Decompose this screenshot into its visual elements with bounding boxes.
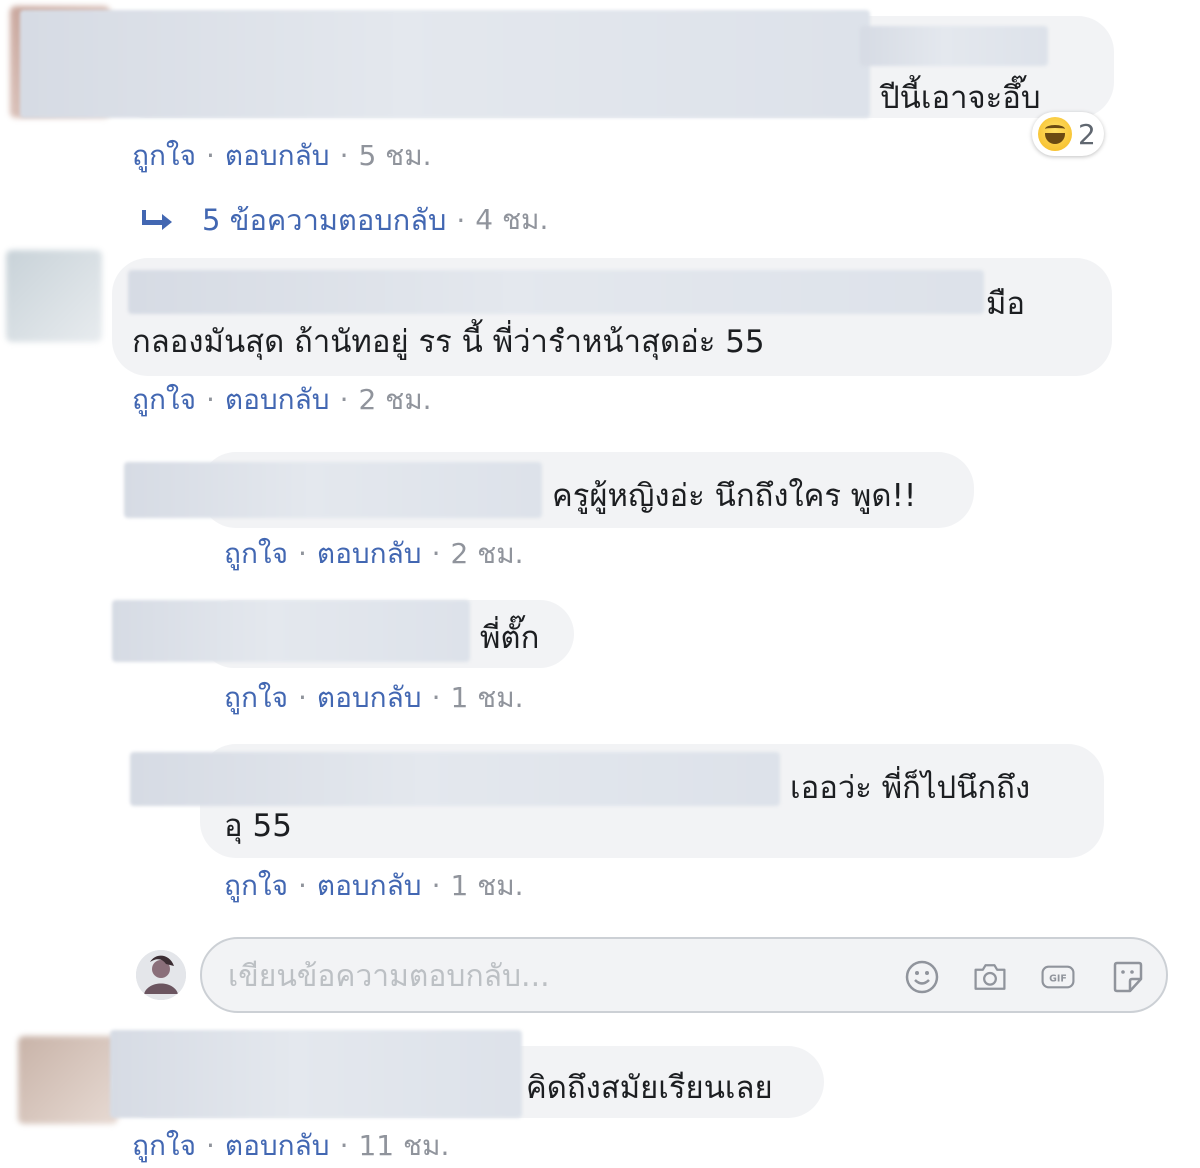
blurred-author	[112, 600, 470, 662]
reply-link[interactable]: ตอบกลับ	[225, 383, 330, 416]
comment-text: มือ	[986, 286, 1026, 322]
like-link[interactable]: ถูกใจ	[132, 139, 196, 172]
like-link[interactable]: ถูกใจ	[224, 537, 288, 570]
timestamp[interactable]: 4 ชม.	[475, 198, 548, 242]
gif-icon[interactable]: GIF	[1040, 959, 1076, 995]
user-avatar-icon	[136, 950, 186, 1000]
blurred-author	[124, 462, 542, 518]
reply-actions: ถูกใจ · ตอบกลับ · 2 ชม.	[224, 537, 524, 570]
reply-actions: ถูกใจ · ตอบกลับ · 1 ชม.	[224, 869, 524, 902]
emoji-icon[interactable]	[904, 959, 940, 995]
timestamp[interactable]: 1 ชม.	[450, 681, 523, 714]
blurred-author-name	[110, 1030, 522, 1118]
comment-text: คิดถึงสมัยเรียนเลย	[526, 1070, 773, 1106]
reply-link[interactable]: ตอบกลับ	[317, 869, 422, 902]
timestamp[interactable]: 1 ชม.	[450, 869, 523, 902]
svg-text:GIF: GIF	[1049, 973, 1067, 984]
replies-summary[interactable]: 5 ข้อความตอบกลับ · 4 ชม.	[140, 200, 548, 240]
timestamp[interactable]: 2 ชม.	[450, 537, 523, 570]
reply-text: เออว่ะ พี่ก็ไปนึกถึง	[790, 770, 1031, 806]
current-user-avatar	[136, 950, 186, 1000]
reply-link[interactable]: ตอบกลับ	[225, 139, 330, 172]
haha-reaction-icon	[1038, 117, 1072, 151]
timestamp[interactable]: 11 ชม.	[358, 1129, 449, 1162]
reply-input-box: GIF	[200, 937, 1168, 1013]
comment-actions: ถูกใจ · ตอบกลับ · 5 ชม.	[132, 139, 432, 172]
timestamp[interactable]: 5 ชม.	[358, 139, 431, 172]
like-link[interactable]: ถูกใจ	[224, 869, 288, 902]
timestamp[interactable]: 2 ชม.	[358, 383, 431, 416]
reply-arrow-icon	[142, 210, 172, 230]
comment-actions: ถูกใจ · ตอบกลับ · 11 ชม.	[132, 1129, 450, 1162]
comment-text: กลองมันสุด ถ้านัทอยู่ รร นี้ พี่ว่ารำหน้…	[132, 324, 765, 360]
replies-count-link[interactable]: 5 ข้อความตอบกลับ	[202, 197, 446, 243]
sticker-icon[interactable]	[1110, 959, 1146, 995]
comment-text: ปีนี้เอาจะอึ๊บ	[880, 80, 1041, 116]
reaction-count: 2	[1078, 117, 1096, 151]
reply-link[interactable]: ตอบกลับ	[225, 1129, 330, 1162]
avatar[interactable]	[18, 1036, 118, 1124]
comment-actions: ถูกใจ · ตอบกลับ · 2 ชม.	[132, 383, 432, 416]
reply-input[interactable]	[226, 949, 890, 1003]
reply-link[interactable]: ตอบกลับ	[317, 537, 422, 570]
like-link[interactable]: ถูกใจ	[132, 1129, 196, 1162]
reply-text: อุ 55	[224, 808, 292, 844]
camera-icon[interactable]	[972, 959, 1008, 995]
blurred-author-name	[128, 270, 984, 314]
reply-link[interactable]: ตอบกลับ	[317, 681, 422, 714]
reaction-badge[interactable]: 2	[1032, 112, 1104, 156]
like-link[interactable]: ถูกใจ	[224, 681, 288, 714]
like-link[interactable]: ถูกใจ	[132, 383, 196, 416]
blurred-author-name	[20, 10, 870, 118]
blurred-author	[130, 752, 780, 806]
avatar[interactable]	[6, 250, 102, 342]
reply-text: พี่ตั๊ก	[480, 620, 540, 656]
reply-text: ครูผู้หญิงอ่ะ นึกถึงใคร พูด!!	[552, 478, 917, 514]
blurred-comment-text	[860, 26, 1048, 66]
reply-actions: ถูกใจ · ตอบกลับ · 1 ชม.	[224, 681, 524, 714]
